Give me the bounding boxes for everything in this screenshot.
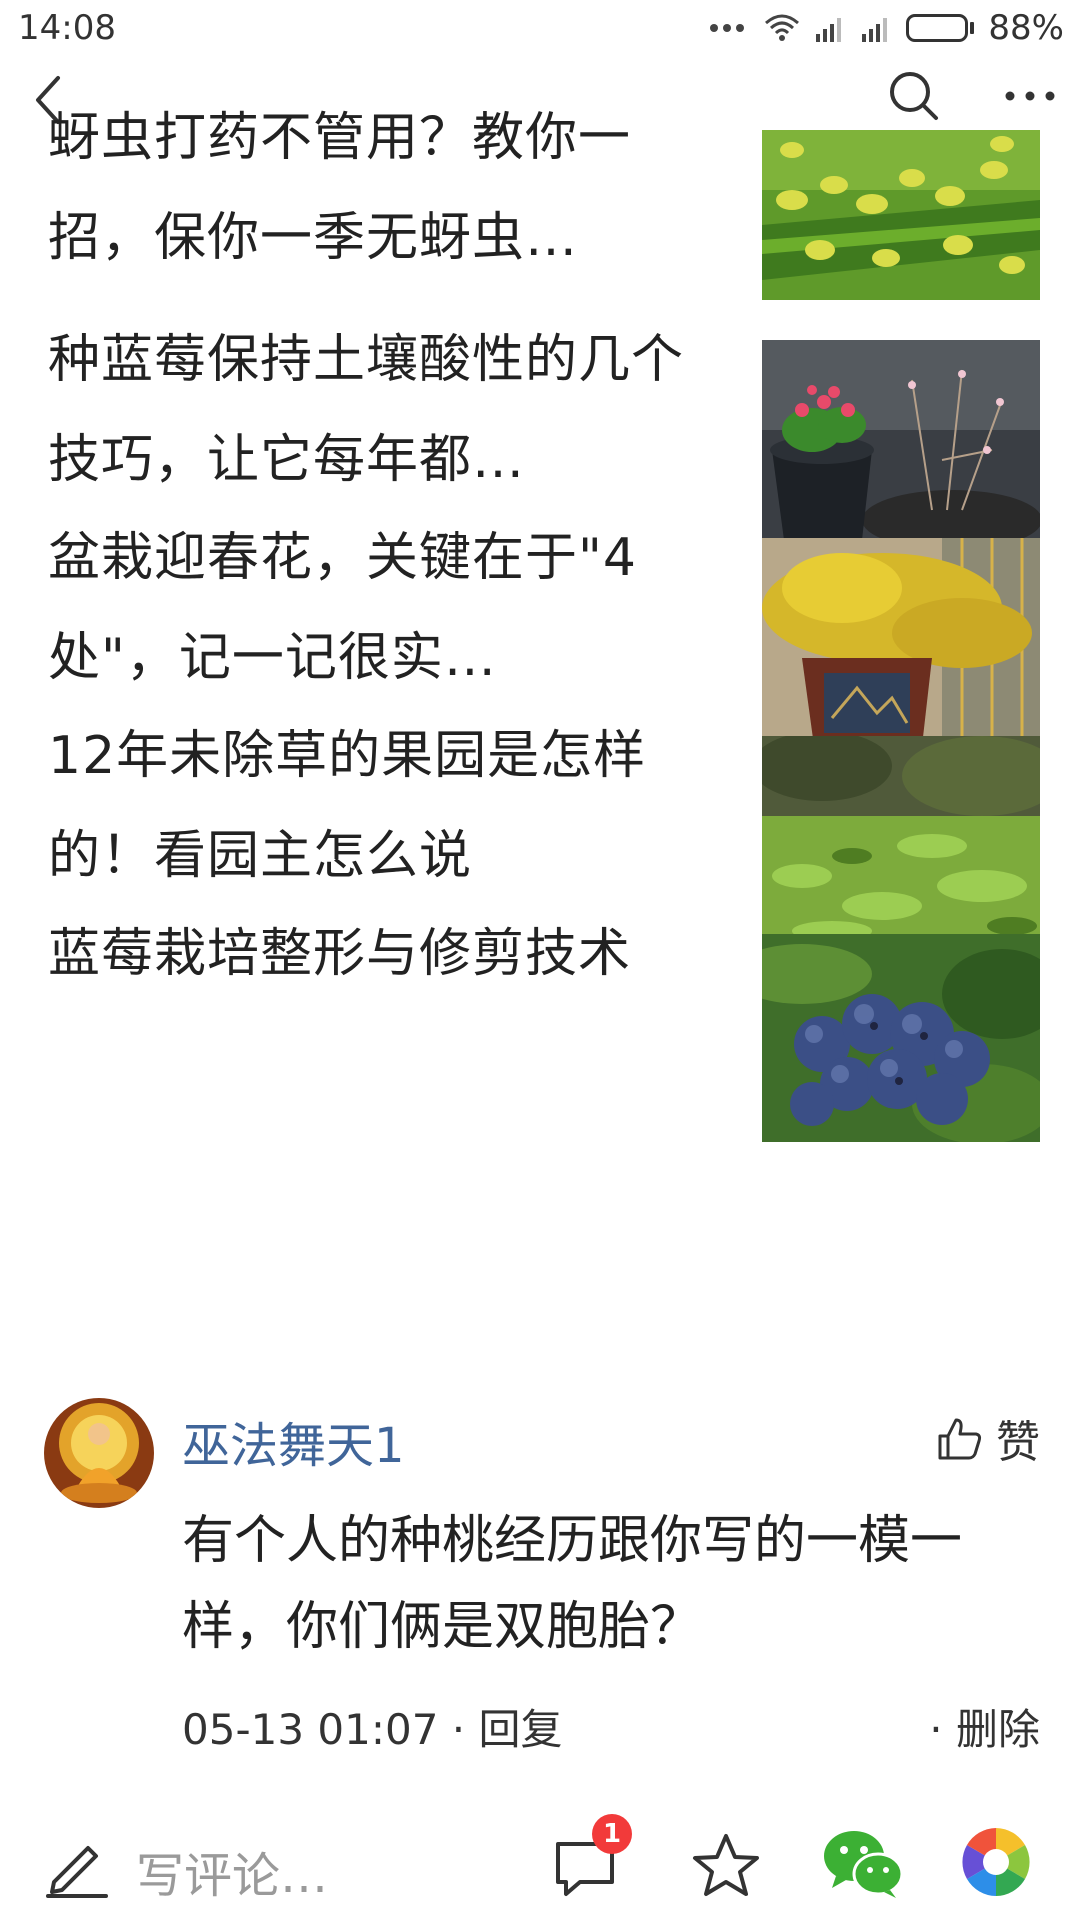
article-title[interactable]: 种蓝莓保持土壤酸性的几个技巧，让它每年都… xyxy=(48,310,708,510)
bottom-bar: 写评论… 1 xyxy=(0,1814,1080,1920)
list-item[interactable]: 蓝莓栽培整形与修剪技术 xyxy=(0,902,1080,1142)
status-icons: 88% xyxy=(710,8,1064,48)
wifi-icon xyxy=(765,14,800,41)
article-title[interactable]: 盆栽迎春花，关键在于"4处"，记一记很实… xyxy=(48,508,708,708)
avatar[interactable] xyxy=(44,1398,154,1508)
comment-input[interactable]: 写评论… xyxy=(136,1836,328,1906)
star-icon[interactable] xyxy=(690,1830,762,1902)
status-time: 14:08 xyxy=(18,8,116,48)
battery-percent: 88% xyxy=(988,8,1064,48)
article-thumbnail[interactable] xyxy=(762,130,1040,300)
status-bar: 14:08 88% xyxy=(0,0,1080,58)
pencil-icon[interactable] xyxy=(42,1830,112,1900)
delete-button[interactable]: · 删除 xyxy=(929,1696,1040,1757)
article-title[interactable]: 蚜虫打药不管用？教你一招，保你一季无蚜虫… xyxy=(48,88,708,288)
article-title[interactable]: 蓝莓栽培整形与修剪技术 xyxy=(48,904,708,1004)
thumbs-up-icon xyxy=(938,1418,982,1460)
like-button[interactable]: 赞 xyxy=(936,1406,1040,1470)
signal-icon xyxy=(816,18,842,42)
comment-meta[interactable]: 05-13 01:07 · 回复 xyxy=(182,1696,562,1757)
list-item[interactable]: 12年未除草的果园是怎样的！看园主怎么说 xyxy=(0,704,1080,944)
comment-count-badge: 1 xyxy=(592,1814,632,1854)
comment-author[interactable]: 巫法舞天1 xyxy=(182,1406,405,1476)
article-thumbnail[interactable] xyxy=(762,934,1040,1142)
comment-text: 有个人的种桃经历跟你写的一模一样，你们俩是双胞胎？ xyxy=(182,1511,963,1657)
list-item[interactable]: 种蓝莓保持土壤酸性的几个技巧，让它每年都… xyxy=(0,308,1080,548)
wechat-icon[interactable] xyxy=(822,1826,904,1902)
article-title[interactable]: 12年未除草的果园是怎样的！看园主怎么说 xyxy=(48,706,708,906)
battery-icon xyxy=(906,14,975,42)
like-label: 赞 xyxy=(996,1417,1040,1468)
signal-icon xyxy=(862,18,888,42)
more-dots-icon xyxy=(710,24,745,32)
moments-icon[interactable] xyxy=(958,1824,1034,1900)
list-item[interactable]: 盆栽迎春花，关键在于"4处"，记一记很实… xyxy=(0,506,1080,746)
